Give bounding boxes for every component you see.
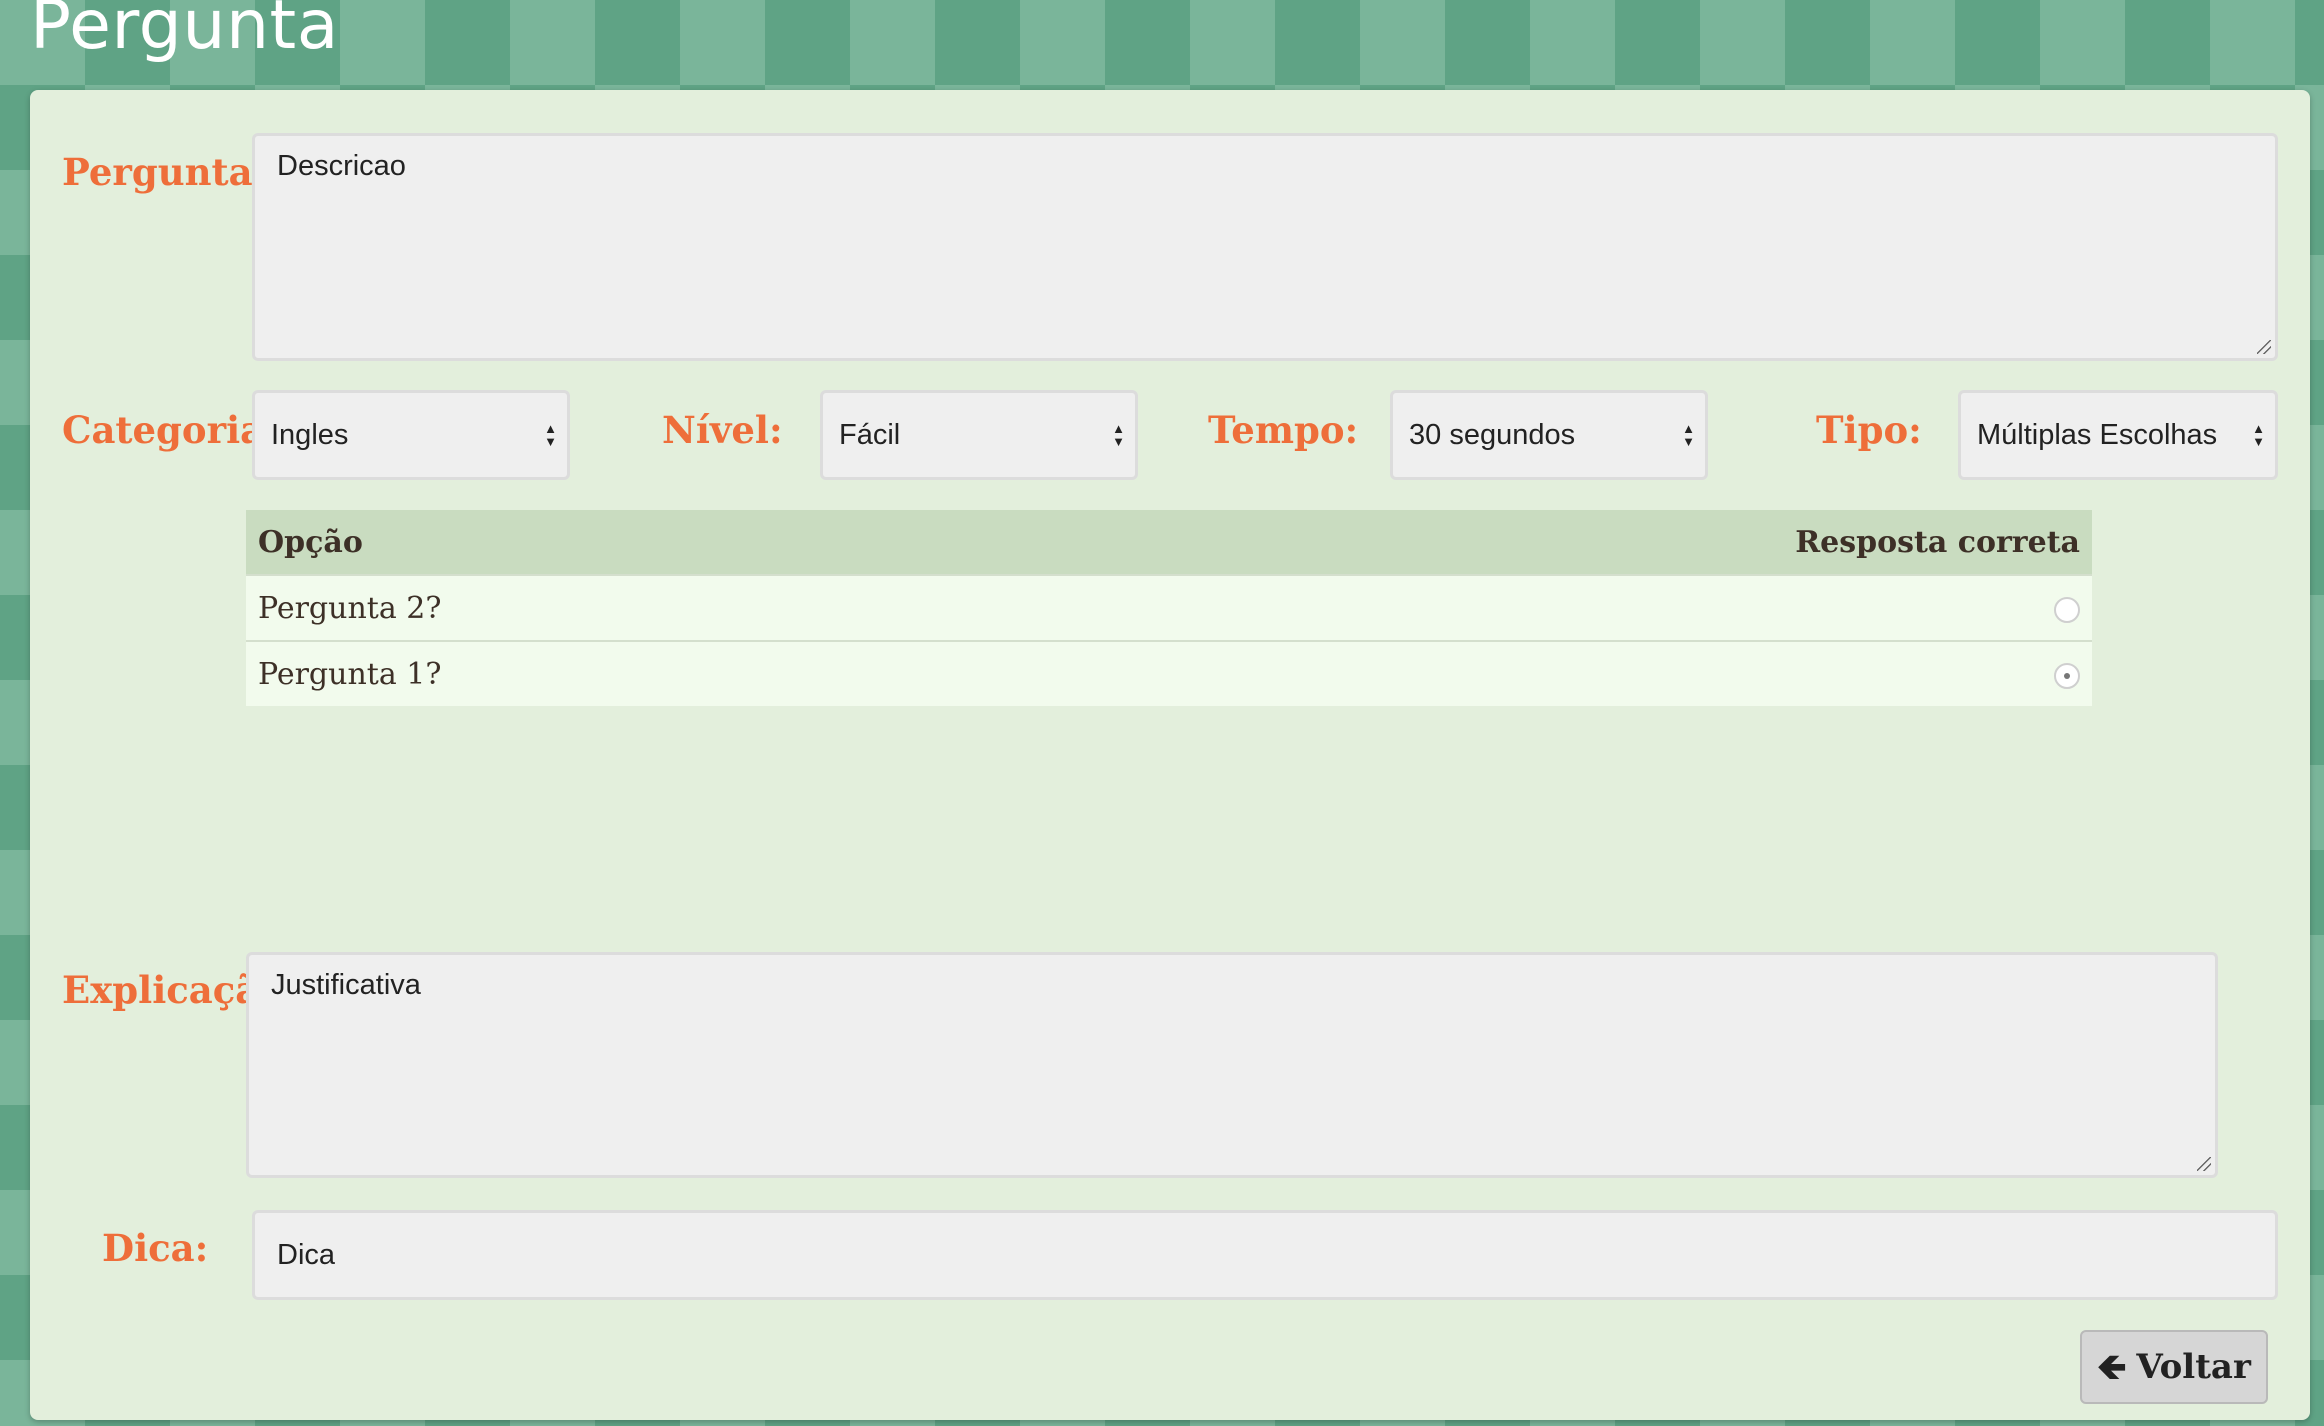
dica-value: Dica [277,1238,336,1271]
correct-answer-radio[interactable] [2054,662,2080,689]
categoria-label: Categoria: [62,408,278,452]
categoria-select[interactable]: Ingles ▲ ▼ [252,390,570,480]
page-title: Pergunta [30,0,339,65]
nivel-select[interactable]: Fácil ▲ ▼ [820,390,1138,480]
table-row[interactable]: Pergunta 1? [246,640,2092,706]
correct-column-header: Resposta correta [987,510,2092,575]
select-arrows-icon: ▲ ▼ [1682,421,1695,449]
dica-label: Dica: [102,1226,209,1270]
tempo-select[interactable]: 30 segundos ▲ ▼ [1390,390,1708,480]
select-arrows-icon: ▲ ▼ [1112,421,1125,449]
nivel-selected: Fácil [839,418,901,451]
select-arrows-icon: ▲ ▼ [2252,421,2265,449]
table-header-row: Opção Resposta correta [246,510,2092,575]
select-arrows-icon: ▲ ▼ [544,421,557,449]
pergunta-textarea[interactable]: Descricao [252,133,2278,361]
resize-handle-icon[interactable] [2197,1157,2211,1171]
option-text: Pergunta 1? [246,640,988,706]
correct-answer-radio[interactable] [2054,596,2080,623]
arrow-left-icon: 🡸 [2097,1346,2127,1388]
options-table: Opção Resposta correta Pergunta 2? Pergu… [246,510,2092,706]
dica-input[interactable]: Dica [252,1210,2278,1300]
pergunta-label: Pergunta: [62,150,267,194]
table-row[interactable]: Pergunta 2? [246,574,2092,641]
resize-handle-icon[interactable] [2257,340,2271,354]
tipo-select[interactable]: Múltiplas Escolhas ▲ ▼ [1958,390,2278,480]
back-button[interactable]: 🡸 Voltar [2080,1330,2268,1404]
tempo-selected: 30 segundos [1409,418,1576,451]
tipo-label: Tipo: [1816,408,1922,452]
option-text: Pergunta 2? [246,574,988,641]
explicacao-textarea[interactable]: Justificativa [246,952,2218,1178]
back-button-label: Voltar [2136,1347,2251,1387]
categoria-selected: Ingles [271,418,349,451]
pergunta-value: Descricao [277,150,406,182]
explicacao-value: Justificativa [271,969,421,1001]
tipo-selected: Múltiplas Escolhas [1977,418,2218,451]
tempo-label: Tempo: [1208,408,1359,452]
option-column-header: Opção [246,510,988,575]
nivel-label: Nível: [662,408,783,452]
